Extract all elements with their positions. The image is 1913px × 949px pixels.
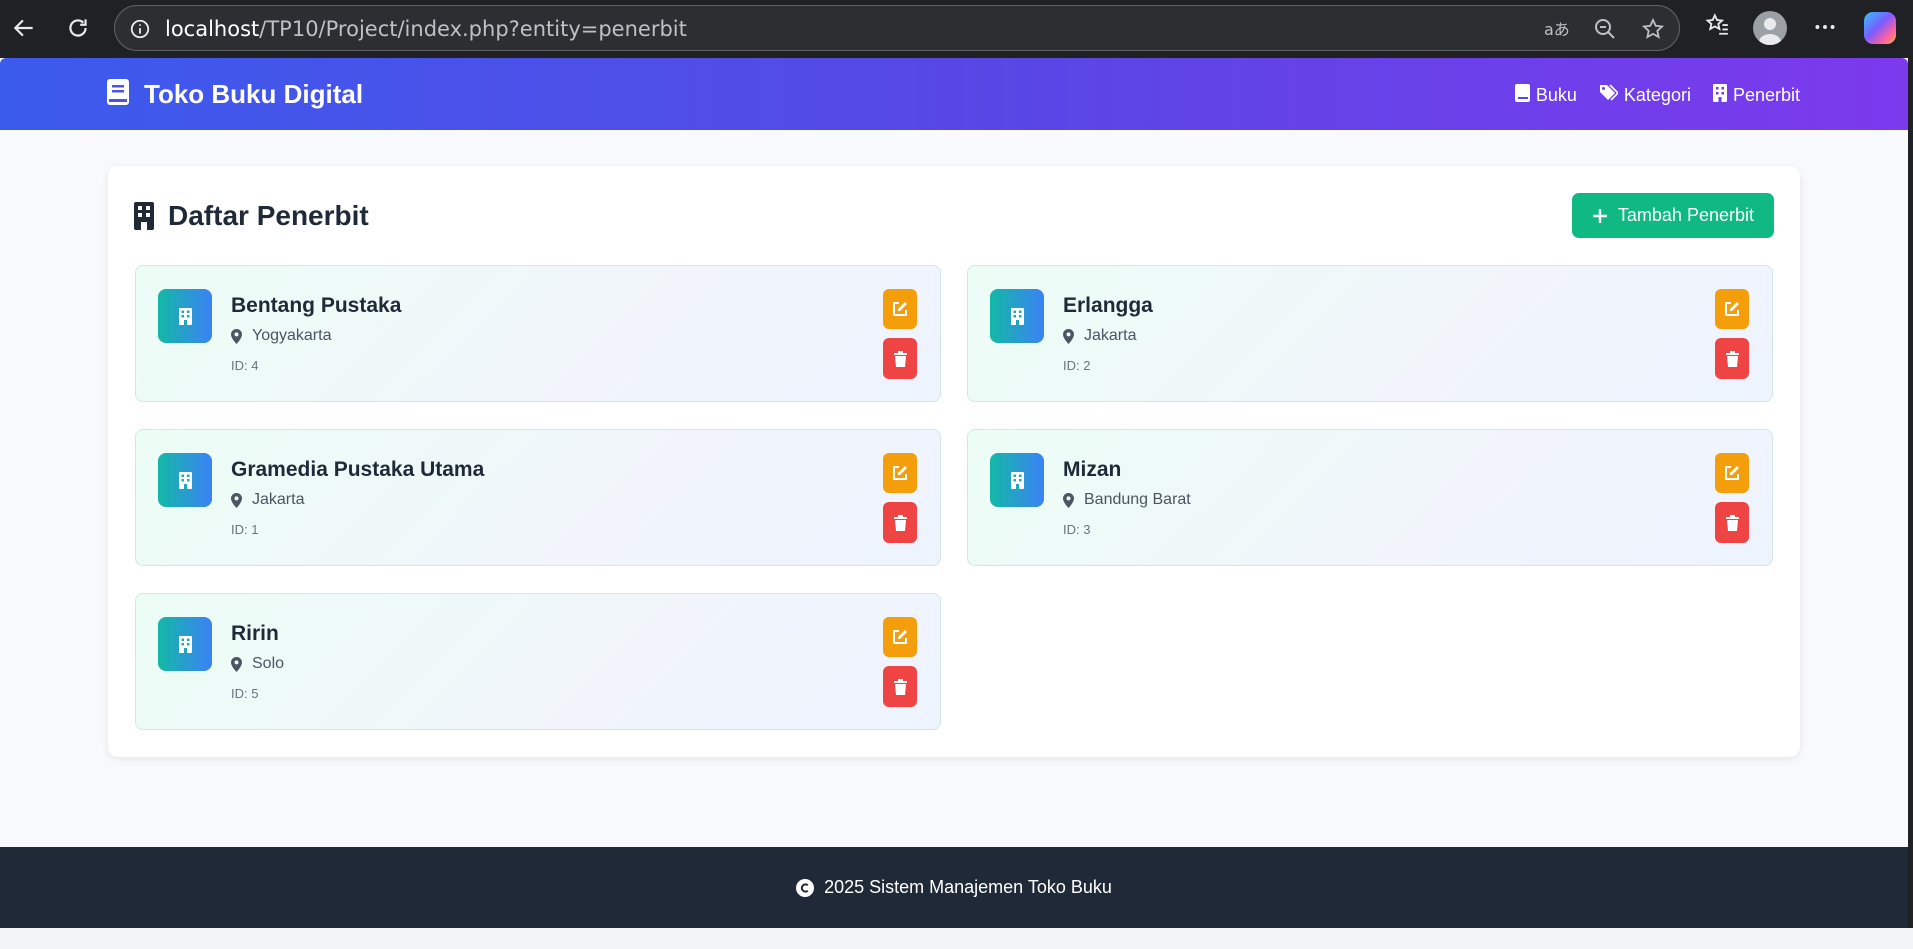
nav-item-buku[interactable]: Buku (1514, 84, 1577, 107)
nav-label: Buku (1535, 85, 1577, 105)
add-publisher-label: Tambah Penerbit (1617, 205, 1754, 225)
building-icon (134, 202, 154, 230)
reload-icon[interactable] (60, 10, 96, 46)
nav-item-penerbit[interactable]: Penerbit (1712, 84, 1800, 107)
publisher-name: Gramedia Pustaka Utama (231, 458, 485, 481)
favorite-star-icon[interactable] (1641, 17, 1665, 46)
building-icon (990, 453, 1044, 507)
window-right-edge (1908, 58, 1913, 928)
read-aloud-icon[interactable]: aあ (1543, 17, 1570, 46)
add-publisher-button[interactable]: Tambah Penerbit (1571, 193, 1774, 238)
publisher-location: Bandung Barat (1063, 491, 1191, 509)
building-icon (1712, 84, 1727, 107)
delete-button[interactable] (1715, 502, 1749, 543)
publisher-location: Jakarta (231, 491, 304, 509)
publisher-city: Jakarta (252, 491, 305, 508)
edit-icon (892, 465, 908, 481)
back-icon[interactable] (6, 10, 42, 46)
url-host: localhost (165, 17, 260, 41)
brand-title: Toko Buku Digital (144, 79, 364, 109)
publisher-card: Bentang Pustaka Yogyakarta ID: 4 (135, 265, 941, 402)
map-pin-icon (1063, 328, 1074, 344)
map-pin-icon (231, 492, 242, 508)
building-icon (158, 453, 212, 507)
publisher-id: ID: 4 (231, 358, 259, 373)
edit-button[interactable] (1715, 453, 1749, 493)
trash-icon (893, 678, 907, 695)
publisher-city: Solo (252, 655, 285, 672)
map-pin-icon (231, 656, 242, 672)
site-info-icon[interactable] (129, 18, 151, 45)
publisher-name: Mizan (1063, 458, 1122, 481)
edit-icon (1724, 301, 1740, 317)
edit-icon (1724, 465, 1740, 481)
publisher-location: Solo (231, 655, 284, 673)
building-icon (990, 289, 1044, 343)
publisher-id: ID: 5 (231, 686, 259, 701)
address-bar[interactable]: localhost/TP10/Project/index.php?entity=… (114, 5, 1680, 51)
book-icon (1514, 84, 1530, 107)
nav-item-kategori[interactable]: Kategori (1599, 84, 1691, 107)
map-pin-icon (231, 328, 242, 344)
publisher-location: Jakarta (1063, 327, 1136, 345)
window-bottom-edge (0, 928, 1913, 949)
edit-icon (892, 301, 908, 317)
url-path: /TP10/Project/index.php?entity=penerbit (259, 17, 687, 41)
publisher-card: Gramedia Pustaka Utama Jakarta ID: 1 (135, 429, 941, 566)
brand[interactable]: Toko Buku Digital (106, 78, 363, 111)
map-pin-icon (1063, 492, 1074, 508)
tags-icon (1599, 84, 1620, 107)
publisher-location: Yogyakarta (231, 327, 331, 345)
nav-label: Penerbit (1732, 85, 1800, 105)
publisher-list-card: Daftar Penerbit Tambah Penerbit Bentang … (108, 166, 1800, 757)
copilot-icon[interactable] (1864, 12, 1896, 44)
plus-icon (1592, 208, 1608, 224)
publisher-id: ID: 2 (1063, 358, 1091, 373)
favorites-icon[interactable] (1704, 11, 1730, 42)
svg-text:aあ: aあ (1544, 20, 1569, 39)
publisher-name: Erlangga (1063, 294, 1153, 317)
footer: 2025 Sistem Manajemen Toko Buku (0, 847, 1908, 928)
edit-button[interactable] (883, 617, 917, 657)
browser-toolbar: localhost/TP10/Project/index.php?entity=… (0, 0, 1913, 58)
edit-button[interactable] (883, 453, 917, 493)
profile-avatar[interactable] (1753, 11, 1787, 45)
copyright-icon (796, 878, 815, 897)
footer-text: 2025 Sistem Manajemen Toko Buku (824, 877, 1112, 897)
edit-button[interactable] (883, 289, 917, 329)
trash-icon (893, 350, 907, 367)
delete-button[interactable] (883, 338, 917, 379)
trash-icon (1725, 514, 1739, 531)
publisher-card: Erlangga Jakarta ID: 2 (967, 265, 1773, 402)
publisher-city: Yogyakarta (252, 327, 332, 344)
zoom-out-icon[interactable] (1593, 17, 1617, 46)
app-header: Toko Buku Digital Buku Kategori Penerbit (0, 58, 1908, 130)
book-icon (106, 78, 130, 111)
publisher-city: Bandung Barat (1084, 491, 1191, 508)
building-icon (158, 617, 212, 671)
page-title-text: Daftar Penerbit (168, 200, 369, 231)
url-text: localhost/TP10/Project/index.php?entity=… (165, 17, 687, 41)
trash-icon (1725, 350, 1739, 367)
publisher-city: Jakarta (1084, 327, 1137, 344)
delete-button[interactable] (883, 502, 917, 543)
more-icon[interactable] (1812, 14, 1838, 45)
delete-button[interactable] (883, 666, 917, 707)
edit-button[interactable] (1715, 289, 1749, 329)
main-nav: Buku Kategori Penerbit (1514, 84, 1800, 107)
publisher-name: Ririn (231, 622, 279, 645)
building-icon (158, 289, 212, 343)
page-title: Daftar Penerbit (134, 200, 369, 232)
edit-icon (892, 629, 908, 645)
publisher-card: Ririn Solo ID: 5 (135, 593, 941, 730)
trash-icon (893, 514, 907, 531)
publisher-id: ID: 3 (1063, 522, 1091, 537)
publisher-id: ID: 1 (231, 522, 259, 537)
publisher-card: Mizan Bandung Barat ID: 3 (967, 429, 1773, 566)
delete-button[interactable] (1715, 338, 1749, 379)
publisher-name: Bentang Pustaka (231, 294, 402, 317)
nav-label: Kategori (1623, 85, 1691, 105)
